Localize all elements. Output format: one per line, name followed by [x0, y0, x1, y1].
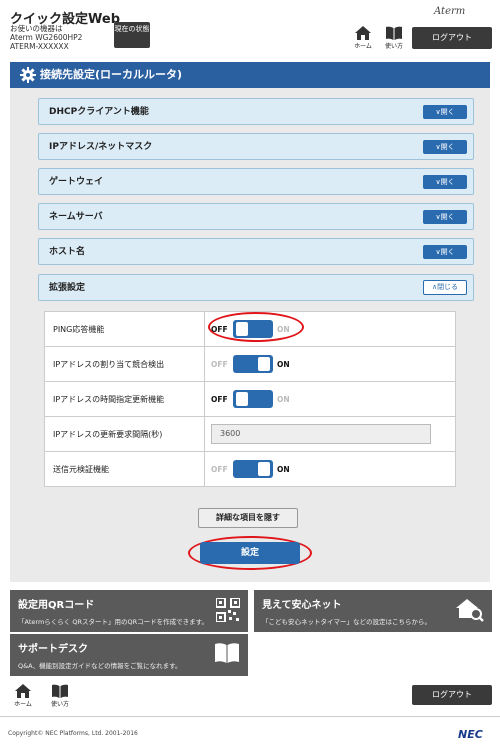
device-id: ATERM-XXXXXX	[10, 42, 69, 51]
device-label: お使いの機器は	[10, 24, 63, 33]
table-row: PING応答機能 OFF ON	[44, 311, 456, 347]
accordion-dhcp-client[interactable]: DHCPクライアント機能 ∨開く	[38, 98, 474, 125]
device-model: Aterm WG2600HP2	[10, 33, 83, 42]
ip-scheduled-renew-toggle[interactable]: OFF ON	[211, 390, 290, 408]
open-button[interactable]: ∨開く	[423, 175, 467, 189]
footer-manual-button[interactable]: 使い方	[47, 684, 73, 708]
off-text: OFF	[211, 464, 228, 474]
home-label: ホーム	[354, 43, 372, 50]
hide-details-button[interactable]: 詳細な項目を隠す	[198, 508, 298, 528]
on-text: ON	[277, 464, 290, 474]
table-row: IPアドレスの割り当て競合検出 OFF ON	[44, 346, 456, 382]
brand-logo: Aterm	[434, 6, 466, 17]
toggle-knob[interactable]	[236, 322, 248, 336]
ip-conflict-detection-toggle[interactable]: OFF ON	[211, 355, 290, 373]
nec-logo: NEC	[458, 728, 483, 741]
off-text: OFF	[211, 359, 228, 369]
on-text: ON	[277, 359, 290, 369]
footer-divider	[0, 716, 500, 717]
row-label: IPアドレスの時間指定更新機能	[44, 381, 205, 417]
card-desc: Q&A、機能別設定ガイドなどの情報をご覧になれます。	[18, 662, 182, 670]
row-label: 送信元検証機能	[44, 451, 205, 487]
open-button[interactable]: ∨開く	[423, 245, 467, 259]
open-button[interactable]: ∨開く	[423, 140, 467, 154]
toggle-track[interactable]	[233, 460, 273, 478]
manual-button[interactable]: 使い方	[381, 26, 407, 50]
ping-response-toggle[interactable]: OFF ON	[211, 320, 290, 338]
gear-icon	[20, 67, 36, 83]
qr-code-icon	[216, 598, 240, 622]
card-desc: 「Atermらくらく QRスタート」用のQRコードを作成できます。	[18, 618, 208, 626]
accordion-extended-settings[interactable]: 拡張設定 ∧閉じる	[38, 274, 474, 301]
open-button[interactable]: ∨開く	[423, 105, 467, 119]
on-text: ON	[277, 394, 290, 404]
row-label: IPアドレスの更新要求間隔(秒)	[44, 416, 205, 452]
toggle-track[interactable]	[233, 320, 273, 338]
home-search-icon	[456, 599, 484, 622]
toggle-knob[interactable]	[236, 392, 248, 406]
accordion-label: IPアドレス/ネットマスク	[49, 142, 153, 152]
accordion-gateway[interactable]: ゲートウェイ ∨開く	[38, 168, 474, 195]
home-icon	[355, 26, 371, 40]
section-header: 接続先設定(ローカルルータ)	[10, 62, 490, 88]
table-row: IPアドレスの時間指定更新機能 OFF ON	[44, 381, 456, 417]
toggle-knob[interactable]	[258, 462, 270, 476]
card-support-desk[interactable]: サポートデスク Q&A、機能別設定ガイドなどの情報をご覧になれます。	[10, 634, 248, 676]
close-button[interactable]: ∧閉じる	[423, 280, 467, 295]
accordion-name-server[interactable]: ネームサーバ ∨開く	[38, 203, 474, 230]
header: クイック設定Web お使いの機器は Aterm WG2600HP2 ATERM-…	[0, 0, 500, 58]
accordion-label: ゲートウェイ	[49, 177, 104, 187]
home-button[interactable]: ホーム	[350, 26, 376, 50]
card-title: サポートデスク	[18, 644, 88, 655]
accordion-label: DHCPクライアント機能	[49, 107, 149, 117]
row-label: PING応答機能	[44, 311, 205, 347]
home-label: ホーム	[14, 701, 32, 708]
manual-label: 使い方	[384, 43, 403, 50]
open-button[interactable]: ∨開く	[423, 210, 467, 224]
accordion-label: ネームサーバ	[49, 212, 103, 222]
off-text: OFF	[211, 324, 228, 334]
on-text: ON	[277, 324, 290, 334]
card-desc: 「こども安心ネットタイマー」などの設定はこちらから。	[262, 618, 431, 626]
logout-button-top[interactable]: ログアウト	[412, 27, 492, 49]
card-title: 見えて安心ネット	[262, 600, 342, 611]
accordion-label: 拡張設定	[49, 283, 86, 293]
source-verification-toggle[interactable]: OFF ON	[211, 460, 290, 478]
card-mieru-anshin[interactable]: 見えて安心ネット 「こども安心ネットタイマー」などの設定はこちらから。	[254, 590, 492, 632]
card-title: 設定用QRコード	[18, 600, 95, 611]
set-button[interactable]: 設定	[200, 542, 300, 564]
manual-label: 使い方	[50, 701, 69, 708]
home-icon	[15, 684, 31, 698]
book-icon	[386, 26, 402, 40]
accordion-ip-netmask[interactable]: IPアドレス/ネットマスク ∨開く	[38, 133, 474, 160]
accordion-host-name[interactable]: ホスト名 ∨開く	[38, 238, 474, 265]
book-icon	[215, 643, 239, 663]
extended-settings-table: PING応答機能 OFF ON IPアドレスの割り当て競合検出 OFF ON I…	[44, 311, 456, 487]
toggle-knob[interactable]	[258, 357, 270, 371]
table-row: IPアドレスの更新要求間隔(秒) 3600	[44, 416, 456, 452]
table-row: 送信元検証機能 OFF ON	[44, 451, 456, 487]
footer-home-button[interactable]: ホーム	[10, 684, 36, 708]
toggle-track[interactable]	[233, 390, 273, 408]
off-text: OFF	[211, 394, 228, 404]
toggle-track[interactable]	[233, 355, 273, 373]
card-qr-code[interactable]: 設定用QRコード 「Atermらくらく QRスタート」用のQRコードを作成できま…	[10, 590, 248, 632]
status-button[interactable]: 現在の状態	[114, 22, 150, 48]
book-icon	[52, 684, 68, 698]
renew-interval-input[interactable]: 3600	[211, 424, 431, 444]
section-title: 接続先設定(ローカルルータ)	[40, 68, 183, 81]
copyright: Copyright© NEC Platforms, Ltd. 2001-2016	[8, 730, 138, 737]
row-label: IPアドレスの割り当て競合検出	[44, 346, 205, 382]
logout-button-bottom[interactable]: ログアウト	[412, 685, 492, 705]
accordion-label: ホスト名	[49, 247, 86, 257]
